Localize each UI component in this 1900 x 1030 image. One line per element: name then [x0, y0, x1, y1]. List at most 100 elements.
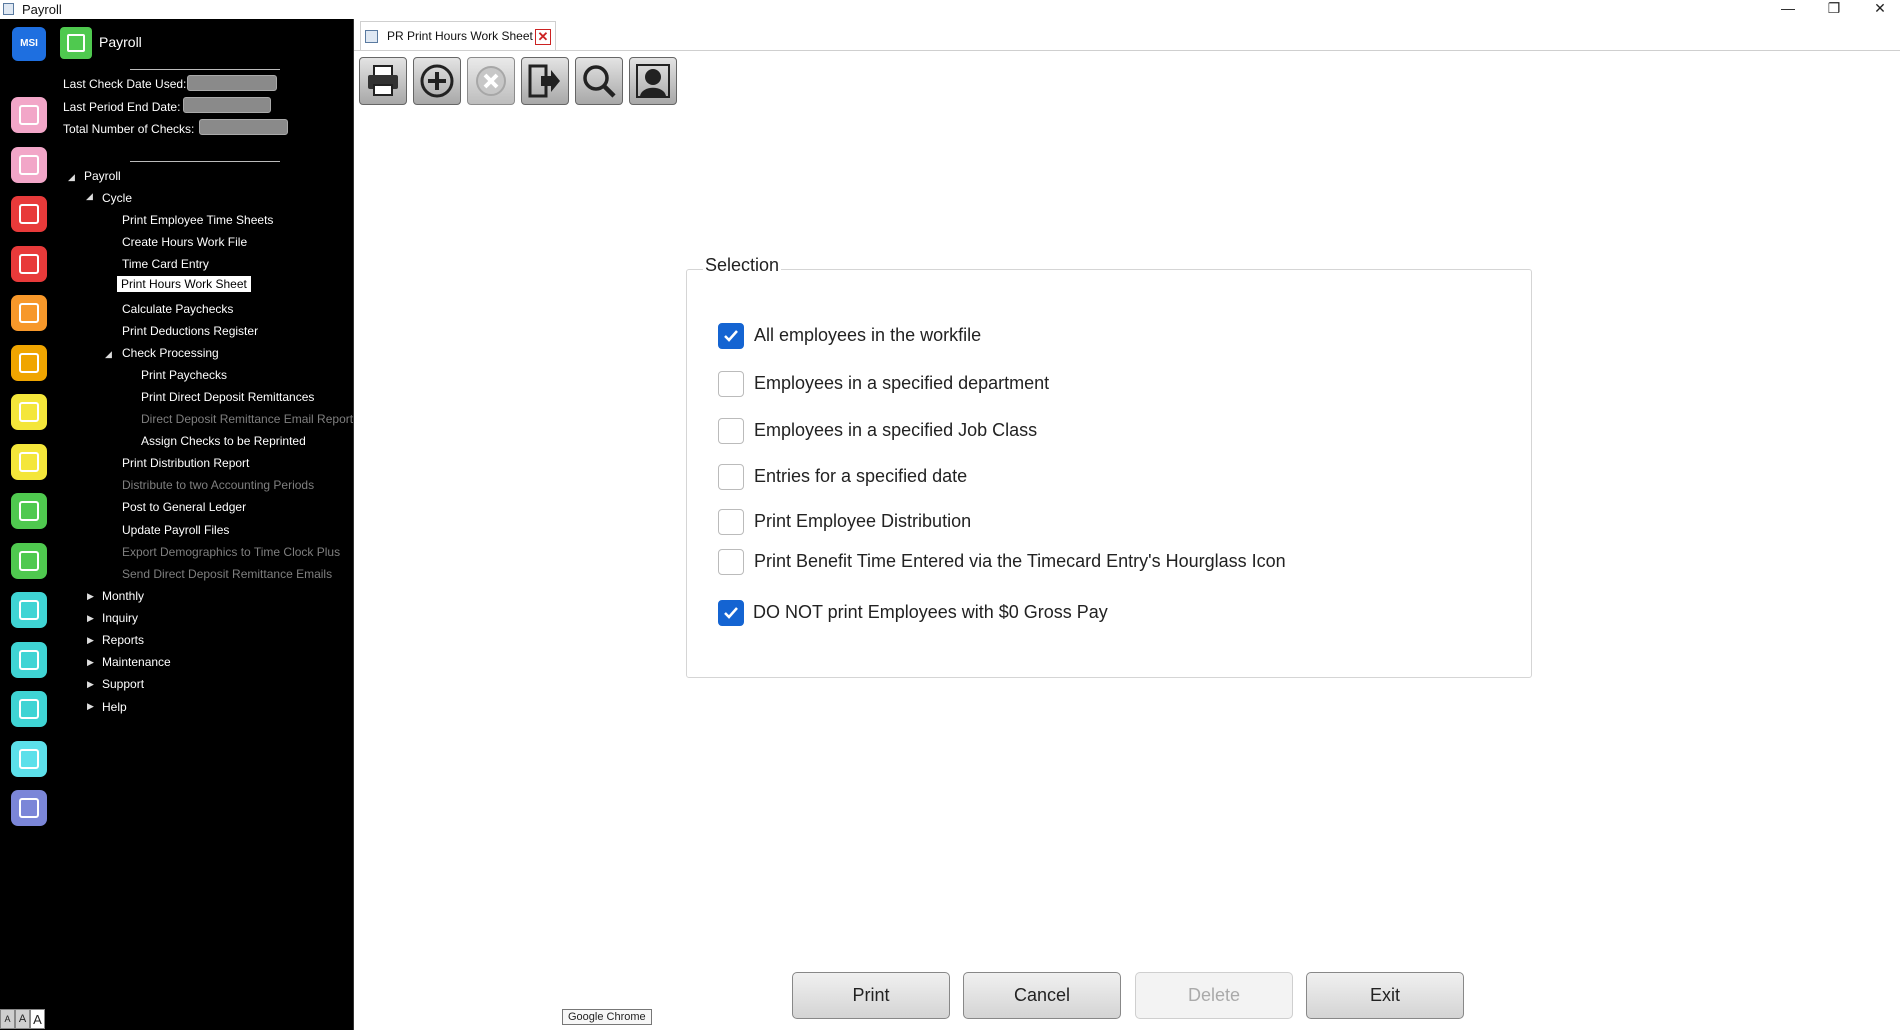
document-icon: [365, 30, 378, 43]
checkbox-checked[interactable]: [718, 323, 744, 349]
font-small-button[interactable]: A: [0, 1009, 15, 1029]
cancel-button[interactable]: Cancel: [963, 972, 1121, 1019]
tree-item-help[interactable]: Help: [102, 700, 127, 714]
collapsed-arrow-icon[interactable]: ▶: [87, 657, 94, 668]
module-rail-icon[interactable]: [11, 394, 47, 430]
total-checks-value: [199, 119, 288, 135]
minimize-button[interactable]: —: [1768, 0, 1808, 19]
tree-item-time-card-entry[interactable]: Time Card Entry: [122, 257, 209, 271]
expanded-arrow-icon[interactable]: ◢: [105, 349, 112, 360]
last-check-date-value: [187, 75, 277, 91]
tree-item-reports[interactable]: Reports: [102, 633, 144, 647]
tab-divider: [354, 50, 1900, 51]
add-toolbar-button[interactable]: [413, 57, 461, 105]
exit-button[interactable]: Exit: [1306, 972, 1464, 1019]
tree-item-inquiry[interactable]: Inquiry: [102, 611, 138, 625]
font-large-button[interactable]: A: [30, 1009, 45, 1029]
option-label: Print Employee Distribution: [754, 511, 972, 531]
tree-item-assign-checks-to-be-reprinted[interactable]: Assign Checks to be Reprinted: [141, 434, 306, 448]
tree-item-payroll[interactable]: Payroll: [84, 169, 121, 183]
module-rail-icon[interactable]: [11, 196, 47, 232]
total-checks-label: Total Number of Checks:: [63, 122, 195, 136]
print-icon: [368, 65, 398, 96]
collapsed-arrow-icon[interactable]: ▶: [87, 635, 94, 646]
module-rail-icon[interactable]: [11, 295, 47, 331]
tree-item-check-processing[interactable]: Check Processing: [122, 346, 219, 360]
collapsed-arrow-icon[interactable]: ▶: [87, 591, 94, 602]
tree-item-print-employee-time-sheets[interactable]: Print Employee Time Sheets: [122, 213, 273, 227]
tree-item-print-deductions-register[interactable]: Print Deductions Register: [122, 324, 258, 338]
tree-item-print-paychecks[interactable]: Print Paychecks: [141, 368, 227, 382]
collapsed-arrow-icon[interactable]: ▶: [87, 679, 94, 690]
module-rail-icon[interactable]: [11, 245, 47, 282]
module-title: Payroll: [99, 34, 142, 50]
module-icon-rail: MSI: [0, 19, 58, 1030]
module-rail-icon[interactable]: [11, 542, 47, 579]
checkbox[interactable]: [718, 549, 744, 575]
module-rail-icon[interactable]: [11, 691, 47, 727]
option-label: Entries for a specified date: [754, 466, 968, 486]
module-rail-icon[interactable]: [11, 443, 47, 480]
close-window-button[interactable]: ✕: [1860, 0, 1900, 19]
tree-item-create-hours-work-file[interactable]: Create Hours Work File: [122, 235, 247, 249]
window-titlebar: Payroll — ❐ ✕: [0, 0, 1900, 19]
tab-close-icon[interactable]: ✕: [535, 29, 551, 45]
exit-toolbar-button[interactable]: [521, 57, 569, 105]
tree-item-distribute-to-two-accounting-periods: Distribute to two Accounting Periods: [122, 478, 315, 492]
checkbox[interactable]: [718, 418, 744, 444]
module-rail-icon[interactable]: [11, 641, 47, 678]
app-icon: [3, 3, 14, 15]
tree-item-support[interactable]: Support: [102, 677, 144, 691]
tree-item-print-distribution-report[interactable]: Print Distribution Report: [122, 456, 249, 470]
tree-item-direct-deposit-remittance-email-report: Direct Deposit Remittance Email Report: [141, 412, 354, 426]
module-rail-icon[interactable]: [11, 493, 47, 529]
cancel-toolbar-button[interactable]: [467, 57, 515, 105]
user-icon: [636, 64, 670, 98]
font-medium-button[interactable]: A: [15, 1009, 30, 1029]
module-rail-icon[interactable]: [11, 790, 47, 826]
module-rail-icon[interactable]: [11, 97, 47, 133]
module-rail-icon[interactable]: [11, 592, 47, 628]
checkbox-checked[interactable]: [718, 600, 744, 626]
checkbox[interactable]: [718, 371, 744, 397]
module-rail-icon[interactable]: [11, 740, 47, 777]
option-label: Employees in a specified Job Class: [754, 420, 1038, 440]
tree-item-print-hours-work-sheet[interactable]: Print Hours Work Sheet: [117, 276, 251, 292]
tab-label: PR Print Hours Work Sheet: [387, 29, 533, 43]
collapsed-arrow-icon[interactable]: ▶: [87, 613, 94, 624]
search-icon: [583, 65, 616, 98]
selection-legend: Selection: [703, 255, 782, 276]
restore-button[interactable]: ❐: [1814, 0, 1854, 19]
checkbox[interactable]: [718, 464, 744, 490]
tree-item-maintenance[interactable]: Maintenance: [102, 655, 171, 669]
checkbox[interactable]: [718, 509, 744, 535]
tree-item-monthly[interactable]: Monthly: [102, 589, 144, 603]
tree-item-post-to-general-ledger[interactable]: Post to General Ledger: [122, 500, 246, 514]
taskbar-tooltip: Google Chrome: [562, 1009, 652, 1025]
tree-item-send-direct-deposit-emails: Send Direct Deposit Remittance Emails: [122, 567, 333, 581]
option-label: DO NOT print Employees with $0 Gross Pay: [753, 602, 1108, 622]
option-label: All employees in the workfile: [754, 325, 982, 345]
divider: [130, 69, 280, 70]
print-toolbar-button[interactable]: [359, 57, 407, 105]
tree-item-print-direct-deposit-remittances[interactable]: Print Direct Deposit Remittances: [141, 390, 314, 404]
module-rail-icon[interactable]: [11, 344, 47, 381]
last-period-end-value: [183, 97, 271, 113]
search-toolbar-button[interactable]: [575, 57, 623, 105]
tree-item-update-payroll-files[interactable]: Update Payroll Files: [122, 523, 229, 537]
divider: [130, 161, 280, 162]
tree-item-export-demographics: Export Demographics to Time Clock Plus: [122, 545, 341, 559]
module-rail-icon[interactable]: [11, 146, 47, 183]
sidebar: MSI Payroll Last Check Date Used: Last P…: [0, 19, 353, 1030]
tree-item-cycle[interactable]: Cycle: [102, 191, 132, 205]
window-title: Payroll: [22, 2, 62, 17]
msi-logo[interactable]: MSI: [12, 27, 46, 61]
collapsed-arrow-icon[interactable]: ▶: [87, 701, 94, 712]
print-button[interactable]: Print: [792, 972, 950, 1019]
tree-item-calculate-paychecks[interactable]: Calculate Paychecks: [122, 302, 233, 316]
expanded-arrow-icon[interactable]: ◢: [86, 191, 93, 202]
last-period-end-label: Last Period End Date:: [63, 100, 181, 114]
user-toolbar-button[interactable]: [629, 57, 677, 105]
tab-pr-print-hours-work-sheet[interactable]: PR Print Hours Work Sheet ✕: [360, 21, 556, 50]
expanded-arrow-icon[interactable]: ◢: [68, 172, 75, 183]
